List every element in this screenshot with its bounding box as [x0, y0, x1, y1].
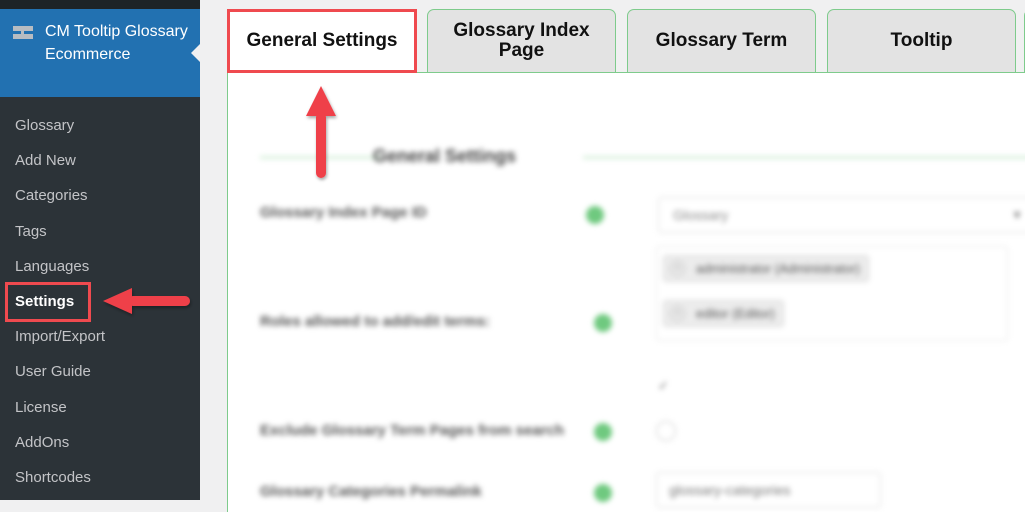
- admin-sidebar: CM Tooltip Glossary Ecommerce Glossary A…: [0, 0, 200, 500]
- sidebar-item-shortcodes[interactable]: Shortcodes: [0, 460, 200, 495]
- help-dot-icon[interactable]: [594, 484, 612, 502]
- checkmark-icon: ✓: [658, 379, 669, 394]
- roles-multiselect[interactable]: × administrator (Administrator) × editor…: [656, 246, 1008, 341]
- help-dot-icon[interactable]: [594, 314, 612, 332]
- section-title: General Settings: [373, 146, 517, 166]
- remove-icon[interactable]: ×: [670, 261, 685, 276]
- settings-highlight-box: [5, 282, 91, 322]
- tab-glossary-index-page[interactable]: Glossary Index Page: [427, 9, 616, 72]
- arrow-up-icon: [306, 86, 336, 178]
- index-page-select-value: Glossary: [673, 207, 729, 223]
- row-label-index-page: Glossary Index Page ID: [260, 204, 427, 221]
- exclude-search-checkbox[interactable]: [656, 421, 676, 441]
- sidebar-item-addons[interactable]: AddOns: [0, 425, 200, 460]
- row-label-roles: Roles allowed to add/edit terms:: [260, 313, 491, 330]
- plugin-menu-icon: [13, 26, 33, 40]
- sidebar-item-add-new[interactable]: Add New: [0, 143, 200, 178]
- arrow-left-icon: [103, 288, 190, 314]
- tab-tooltip[interactable]: Tooltip: [827, 9, 1016, 72]
- role-chip[interactable]: × editor (Editor): [663, 300, 784, 327]
- role-chip[interactable]: × administrator (Administrator): [663, 255, 869, 282]
- sidebar-item-license[interactable]: License: [0, 390, 200, 425]
- index-page-select[interactable]: Glossary ▼: [658, 197, 1025, 233]
- section-divider-right: [583, 156, 1025, 159]
- role-chip-label: administrator (Administrator): [696, 261, 860, 276]
- remove-icon[interactable]: ×: [670, 306, 685, 321]
- chevron-down-icon: ▼: [1011, 208, 1023, 222]
- tab-general-settings[interactable]: General Settings: [227, 9, 417, 73]
- settings-panel: General Settings Glossary Index Page ID …: [227, 72, 1025, 512]
- sidebar-item-tags[interactable]: Tags: [0, 214, 200, 249]
- active-menu-notch: [191, 44, 200, 62]
- sidebar-item-languages[interactable]: Languages: [0, 249, 200, 284]
- row-label-exclude-search: Exclude Glossary Term Pages from search: [260, 422, 565, 439]
- sidebar-plugin-header[interactable]: CM Tooltip Glossary Ecommerce: [0, 9, 200, 97]
- plugin-title: CM Tooltip Glossary Ecommerce: [45, 23, 188, 63]
- tab-glossary-term[interactable]: Glossary Term: [627, 9, 816, 72]
- sidebar-item-import-export[interactable]: Import/Export: [0, 319, 200, 354]
- sidebar-item-categories[interactable]: Categories: [0, 178, 200, 213]
- row-label-categories-permalink: Glossary Categories Permalink: [260, 483, 482, 500]
- categories-permalink-input[interactable]: glossary-categories: [656, 472, 881, 508]
- sidebar-top-strip: [0, 0, 200, 9]
- help-dot-icon[interactable]: [594, 423, 612, 441]
- role-chip-label: editor (Editor): [696, 306, 775, 321]
- help-dot-icon[interactable]: [586, 206, 604, 224]
- sidebar-item-user-guide[interactable]: User Guide: [0, 354, 200, 389]
- sidebar-item-glossary[interactable]: Glossary: [0, 108, 200, 143]
